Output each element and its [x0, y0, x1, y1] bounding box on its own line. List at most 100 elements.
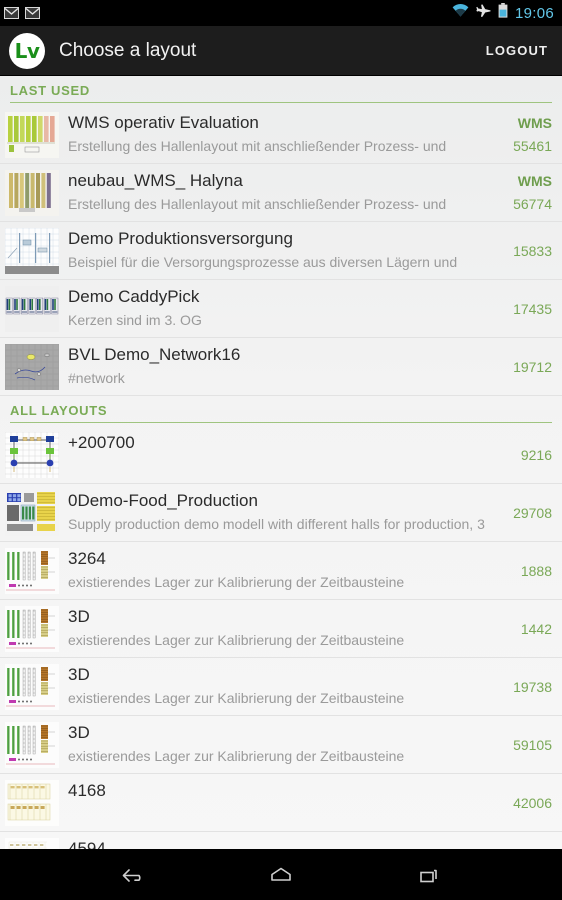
battery-icon [498, 3, 508, 23]
layout-list[interactable]: LAST USED WMS operativ Evaluation Erstellu… [0, 76, 562, 849]
list-item-tag: WMS [517, 115, 552, 131]
status-bar-clock: 19:06 [514, 4, 554, 22]
list-item-title: neubau_WMS_ Halyna [68, 171, 243, 190]
wifi-icon [452, 4, 469, 22]
list-item-id: 29708 [513, 505, 552, 521]
warehouse-aisles-tan-thumbnail [4, 168, 60, 217]
layout-list-item[interactable]: 0Demo-Food_Production Supply production d… [0, 484, 562, 542]
production-floorplan-grid-thumbnail [4, 226, 60, 275]
storage-racks-calibration-thumbnail [4, 662, 60, 711]
list-item-subtitle [68, 804, 490, 825]
list-item-meta: 29708 [496, 484, 552, 541]
list-item-subtitle: #network [68, 370, 125, 386]
section-header: ALL LAYOUTS [0, 396, 562, 426]
airplane-mode-icon [476, 3, 491, 23]
app-root: 19:06 Lv Choose a layout LOGOUT LAST USE… [0, 0, 562, 900]
list-item-title: BVL Demo_Network16 [68, 345, 241, 364]
mail-icon [25, 7, 40, 19]
network-map-gray-thumbnail [4, 342, 60, 391]
list-item-id: 42006 [513, 795, 552, 811]
list-item-id: 56774 [513, 196, 552, 212]
list-item-tag: WMS [517, 173, 552, 189]
list-item-meta: 9216 [496, 426, 552, 483]
action-bar: Lv Choose a layout LOGOUT [0, 26, 562, 76]
caddypick-shelves-blue-thumbnail [4, 284, 60, 333]
list-item-subtitle: existierendes Lager zur Kalibrierung der… [68, 632, 405, 648]
home-icon[interactable] [258, 858, 304, 892]
list-item-title: Demo CaddyPick [68, 287, 200, 306]
section-header-label: LAST USED [10, 83, 90, 98]
faint-grid-thumbnail [4, 836, 60, 849]
list-item-title: 3D [68, 723, 90, 742]
layout-list-item[interactable]: 4168 42006 [0, 774, 562, 832]
food-production-halls-thumbnail [4, 488, 60, 537]
list-item-id: 59105 [513, 737, 552, 753]
list-item-title: 3D [68, 665, 90, 684]
list-item-title: 4594 [68, 839, 106, 849]
layout-list-item[interactable]: 3264 existierendes Lager zur Kalibrierung… [0, 542, 562, 600]
layout-list-item[interactable]: WMS operativ Evaluation Erstellung des Ha… [0, 106, 562, 164]
list-item-subtitle: existierendes Lager zur Kalibrierung der… [68, 748, 405, 764]
list-item-id: 9216 [520, 447, 552, 463]
status-bar: 19:06 [0, 0, 562, 26]
list-item-text: BVL Demo_Network16 #network [66, 338, 496, 395]
layout-list-item[interactable]: 3D existierendes Lager zur Kalibrierung d… [0, 658, 562, 716]
list-item-subtitle: existierendes Lager zur Kalibrierung der… [68, 574, 405, 590]
list-item-text: 3D existierendes Lager zur Kalibrierung d… [66, 716, 496, 773]
page-title: Choose a layout [59, 39, 197, 61]
layout-list-item[interactable]: 3D existierendes Lager zur Kalibrierung d… [0, 600, 562, 658]
list-item-text: 3264 existierendes Lager zur Kalibrierung… [66, 542, 496, 599]
list-item-meta: WMS 56774 [496, 164, 552, 221]
status-bar-notifications [4, 7, 40, 19]
warehouse-racks-green-thumbnail [4, 110, 60, 159]
list-item-meta: 17435 [496, 280, 552, 337]
app-logo[interactable]: Lv [9, 32, 45, 69]
list-item-meta: 15833 [496, 222, 552, 279]
list-item-id: 19738 [513, 679, 552, 695]
list-item-text: 4594 [66, 832, 496, 849]
logout-button[interactable]: LOGOUT [486, 43, 548, 58]
layout-list-item[interactable]: 4594 [0, 832, 562, 849]
status-bar-system-icons: 19:06 [452, 3, 554, 23]
section-header-label: ALL LAYOUTS [10, 403, 108, 418]
list-item-text: WMS operativ Evaluation Erstellung des Ha… [66, 106, 496, 163]
section-divider [10, 422, 552, 423]
layout-list-item[interactable]: 3D existierendes Lager zur Kalibrierung d… [0, 716, 562, 774]
layout-list-item[interactable]: BVL Demo_Network16 #network 19712 [0, 338, 562, 396]
two-block-layout-thumbnail [4, 778, 60, 827]
list-item-title: 0Demo-Food_Production [68, 491, 258, 510]
layout-list-item[interactable]: Demo CaddyPick Kerzen sind im 3. OG 17435 [0, 280, 562, 338]
list-item-id: 1442 [520, 621, 552, 637]
list-item-meta [496, 832, 552, 849]
section-divider [10, 102, 552, 103]
list-item-meta: 1442 [496, 600, 552, 657]
back-icon[interactable] [111, 858, 157, 892]
list-item-title: Demo Produktionsversorgung [68, 229, 293, 248]
list-item-subtitle: Beispiel für die Versorgungsprozesse aus… [68, 254, 458, 270]
list-item-meta: 1888 [496, 542, 552, 599]
storage-racks-calibration-thumbnail [4, 546, 60, 595]
list-item-text: 3D existierendes Lager zur Kalibrierung d… [66, 600, 496, 657]
list-item-id: 1888 [520, 563, 552, 579]
list-item-meta: 19738 [496, 658, 552, 715]
list-item-subtitle: Erstellung des Hallenlayout mit anschlie… [68, 138, 447, 154]
list-item-title: 4168 [68, 781, 106, 800]
list-item-title: 3264 [68, 549, 106, 568]
storage-racks-calibration-thumbnail [4, 604, 60, 653]
list-item-subtitle: Erstellung des Hallenlayout mit anschlie… [68, 196, 447, 212]
list-item-text: Demo Produktionsversorgung Beispiel für d… [66, 222, 496, 279]
list-item-meta: WMS 55461 [496, 106, 552, 163]
storage-racks-calibration-thumbnail [4, 720, 60, 769]
list-item-text: neubau_WMS_ Halyna Erstellung des Hallenl… [66, 164, 496, 221]
list-item-subtitle: Kerzen sind im 3. OG [68, 312, 202, 328]
layout-list-item[interactable]: +200700 9216 [0, 426, 562, 484]
layout-list-item[interactable]: neubau_WMS_ Halyna Erstellung des Hallenl… [0, 164, 562, 222]
android-navigation-bar [0, 849, 562, 900]
layout-list-item[interactable]: Demo Produktionsversorgung Beispiel für d… [0, 222, 562, 280]
list-item-meta: 19712 [496, 338, 552, 395]
recents-icon[interactable] [405, 858, 451, 892]
list-item-id: 19712 [513, 359, 552, 375]
list-item-title: WMS operativ Evaluation [68, 113, 259, 132]
list-item-id: 55461 [513, 138, 552, 154]
list-item-title: +200700 [68, 433, 135, 452]
